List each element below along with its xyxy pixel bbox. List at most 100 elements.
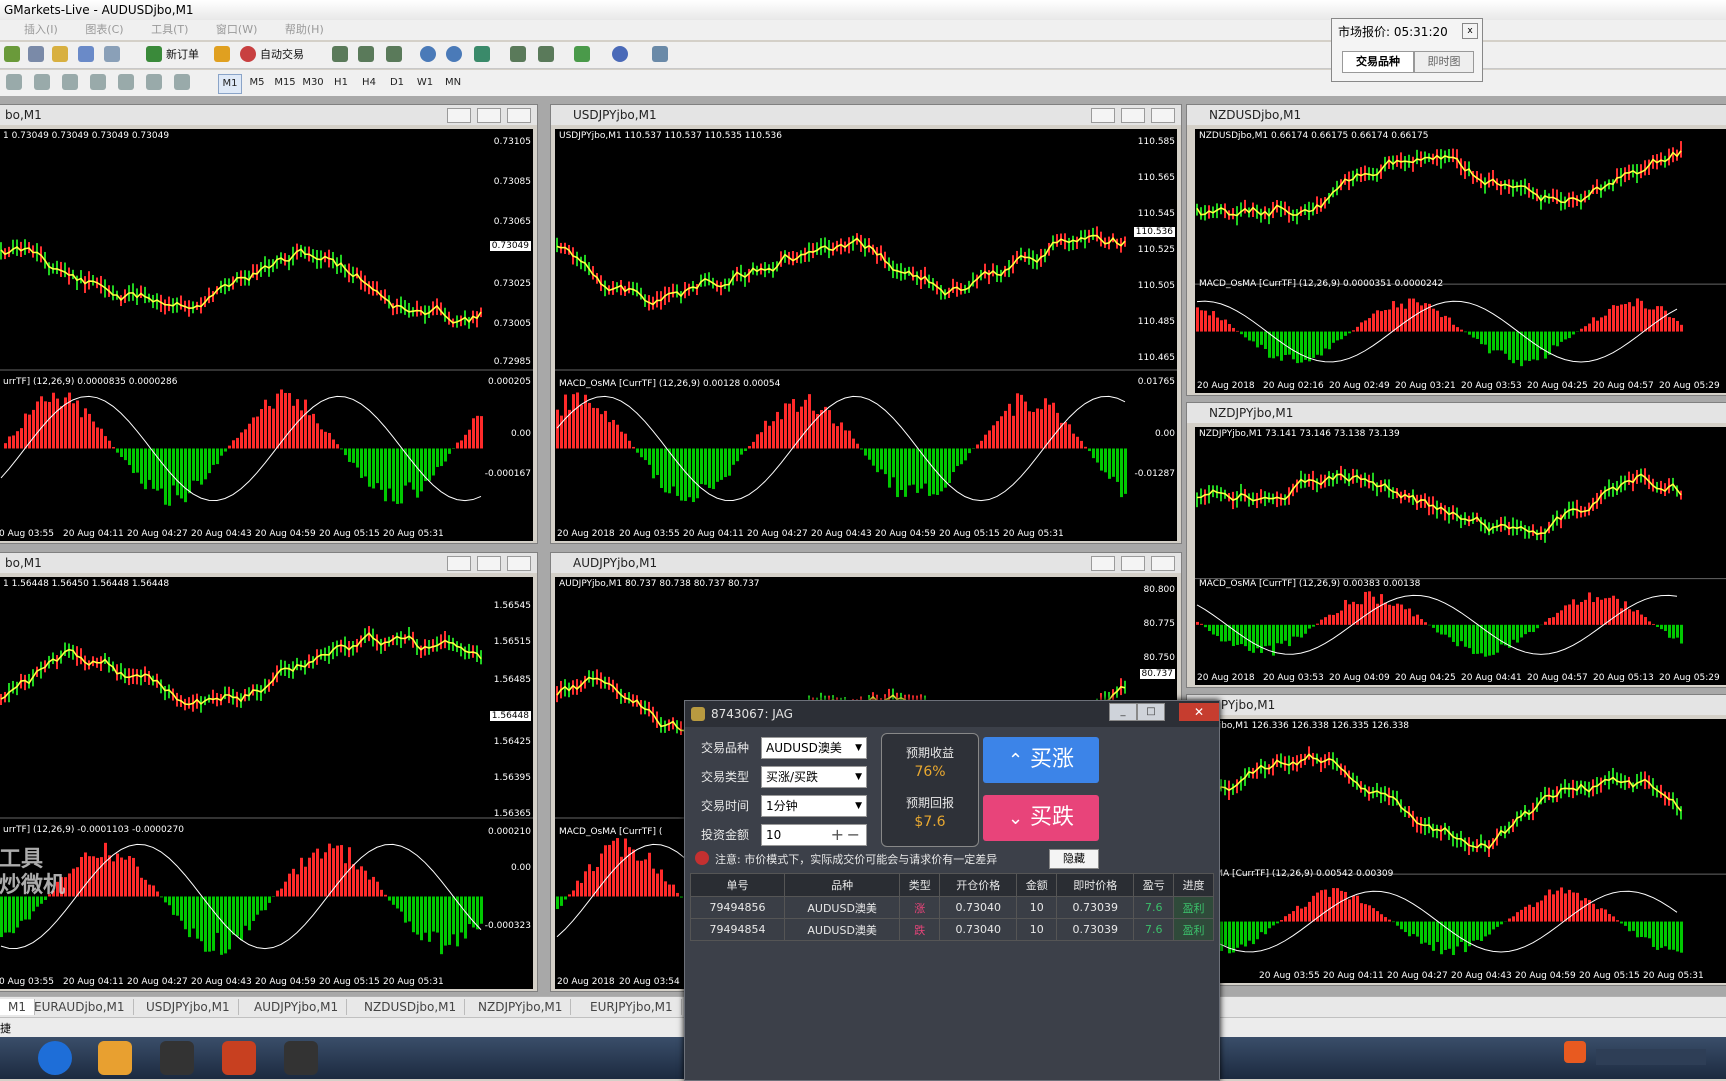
close-button[interactable]: ✕ (1179, 703, 1219, 721)
macd-bar (1624, 304, 1627, 332)
new-order-button[interactable]: 新订单 (166, 45, 199, 65)
new-chart-icon[interactable] (4, 46, 20, 62)
system-tray[interactable] (1596, 1049, 1706, 1065)
mt4-app-icon-2[interactable] (284, 1041, 318, 1075)
minimize-icon[interactable] (1091, 556, 1115, 571)
trendline-icon[interactable] (34, 74, 50, 90)
close-icon[interactable]: x (1462, 23, 1478, 39)
periods-icon[interactable] (612, 46, 628, 62)
chart-window-eurjpy[interactable]: RJPYjbo,M1 RJPYjbo,M1 126.336 126.338 12… (1186, 694, 1726, 986)
label-icon[interactable] (146, 74, 162, 90)
minimize-icon[interactable] (1091, 108, 1115, 123)
table-row[interactable]: 79494856 AUDUSD澳美 涨 0.73040 10 0.73039 7… (691, 897, 1214, 919)
tab-eurjpy[interactable]: EURJPYjbo,M1 (582, 999, 682, 1015)
ime-icon[interactable] (1564, 1041, 1586, 1063)
tf-h4[interactable]: H4 (358, 74, 380, 92)
tab-nzdusd[interactable]: NZDUSDjbo,M1 (356, 999, 465, 1015)
chart-canvas[interactable]: 1 1.56448 1.56450 1.56448 1.56448 urrTF]… (0, 577, 533, 989)
minimize-button[interactable]: _ (1109, 703, 1137, 721)
tf-mn[interactable]: MN (442, 74, 464, 92)
chart-window-audusd[interactable]: bo,M1 1 0.73049 0.73049 0.73049 0.73049 … (0, 104, 538, 544)
close-icon[interactable] (507, 556, 531, 571)
macd-bar (372, 448, 375, 488)
chart-shift-icon[interactable] (510, 46, 526, 62)
chart-canvas[interactable]: 1 0.73049 0.73049 0.73049 0.73049 urrTF]… (0, 129, 533, 541)
macd-bar (1404, 922, 1407, 932)
tf-m5[interactable]: M5 (246, 74, 268, 92)
close-icon[interactable] (507, 108, 531, 123)
tf-h1[interactable]: H1 (330, 74, 352, 92)
chart-window-nzdusd[interactable]: NZDUSDjbo,M1 NZDUSDjbo,M1 0.66174 0.6617… (1186, 104, 1726, 396)
chart-canvas[interactable]: RJPYjbo,M1 126.336 126.338 126.335 126.3… (1195, 719, 1726, 983)
close-icon[interactable] (1151, 556, 1175, 571)
channel-icon[interactable] (62, 74, 78, 90)
browser-app-icon[interactable] (38, 1041, 72, 1075)
hline-icon[interactable] (6, 74, 22, 90)
menu-insert[interactable]: 插入(I) (24, 23, 58, 36)
fibo-icon[interactable] (90, 74, 106, 90)
chart-window-usdjpy[interactable]: USDJPYjbo,M1 USDJPYjbo,M1 110.537 110.53… (550, 104, 1182, 544)
navigator-icon[interactable] (78, 46, 94, 62)
plus-icon[interactable]: + (831, 825, 844, 845)
maximize-icon[interactable] (1121, 556, 1145, 571)
tf-m1[interactable]: M1 (218, 74, 242, 94)
tf-m30[interactable]: M30 (302, 74, 324, 92)
trade-type-select[interactable]: 买涨/买跌▼ (761, 766, 867, 788)
chart-canvas[interactable]: NZDUSDjbo,M1 0.66174 0.66175 0.66174 0.6… (1195, 129, 1726, 393)
minimize-icon[interactable] (447, 556, 471, 571)
templates-icon[interactable] (652, 46, 668, 62)
macd-bar (156, 448, 159, 490)
tab-nzdjpy[interactable]: NZDJPYjbo,M1 (470, 999, 571, 1015)
text-icon[interactable] (118, 74, 134, 90)
tab-symbols[interactable]: 交易品种 (1342, 51, 1414, 73)
crosshair-icon[interactable] (28, 46, 44, 62)
tab-audjpy[interactable]: AUDJPYjbo,M1 (246, 999, 347, 1015)
table-row[interactable]: 79494854 AUDUSD澳美 跌 0.73040 10 0.73039 7… (691, 919, 1214, 941)
minus-icon[interactable]: − (847, 825, 860, 845)
tf-w1[interactable]: W1 (414, 74, 436, 92)
trade-time-select[interactable]: 1分钟▼ (761, 795, 867, 817)
chart-canvas[interactable]: USDJPYjbo,M1 110.537 110.537 110.535 110… (555, 129, 1177, 541)
zoom-window-icon[interactable] (104, 46, 120, 62)
tab-usdjpy[interactable]: USDJPYjbo,M1 (138, 999, 239, 1015)
tab-euraud[interactable]: EURAUDjbo,M1 (26, 999, 134, 1015)
tf-m15[interactable]: M15 (274, 74, 296, 92)
metaeditor-icon[interactable] (214, 46, 230, 62)
candle-chart-icon[interactable] (358, 46, 374, 62)
mt4-app-icon[interactable] (160, 1041, 194, 1075)
chart-canvas[interactable]: NZDJPYjbo,M1 73.141 73.146 73.138 73.139… (1195, 427, 1726, 685)
zoom-in-icon[interactable] (420, 46, 436, 62)
indicators-icon[interactable] (574, 46, 590, 62)
folder-icon[interactable] (52, 46, 68, 62)
menu-window[interactable]: 窗口(W) (216, 23, 257, 36)
chart-window-euraud[interactable]: bo,M1 1 1.56448 1.56450 1.56448 1.56448 … (0, 552, 538, 992)
line-chart-icon[interactable] (386, 46, 402, 62)
maximize-button[interactable]: □ (1137, 703, 1165, 721)
macd-bar (1652, 624, 1655, 625)
macd-bar (1340, 891, 1343, 922)
recorder-app-icon[interactable] (222, 1041, 256, 1075)
buy-down-button[interactable]: ⌄ 买跌 (983, 795, 1099, 841)
chart-window-nzdjpy[interactable]: NZDJPYjbo,M1 NZDJPYjbo,M1 73.141 73.146 … (1186, 402, 1726, 688)
maximize-icon[interactable] (477, 556, 501, 571)
buy-up-button[interactable]: ⌃ 买涨 (983, 737, 1099, 783)
auto-trade-button[interactable]: 自动交易 (260, 45, 304, 65)
menu-charts[interactable]: 图表(C) (85, 23, 123, 36)
hide-button[interactable]: 隐藏 (1049, 849, 1099, 869)
files-app-icon[interactable] (98, 1041, 132, 1075)
maximize-icon[interactable] (477, 108, 501, 123)
symbol-select[interactable]: AUDUSD澳美▼ (761, 737, 867, 759)
close-icon[interactable] (1151, 108, 1175, 123)
zoom-out-icon[interactable] (446, 46, 462, 62)
minimize-icon[interactable] (447, 108, 471, 123)
menu-help[interactable]: 帮助(H) (285, 23, 324, 36)
amount-field[interactable]: 10 + − (761, 824, 867, 846)
tf-d1[interactable]: D1 (386, 74, 408, 92)
arrows-icon[interactable] (174, 74, 190, 90)
bar-chart-icon[interactable] (332, 46, 348, 62)
autoscroll-icon[interactable] (538, 46, 554, 62)
tile-windows-icon[interactable] (474, 46, 490, 62)
tab-tick-chart[interactable]: 即时图 (1414, 51, 1474, 73)
maximize-icon[interactable] (1121, 108, 1145, 123)
menu-tools[interactable]: 工具(T) (151, 23, 188, 36)
